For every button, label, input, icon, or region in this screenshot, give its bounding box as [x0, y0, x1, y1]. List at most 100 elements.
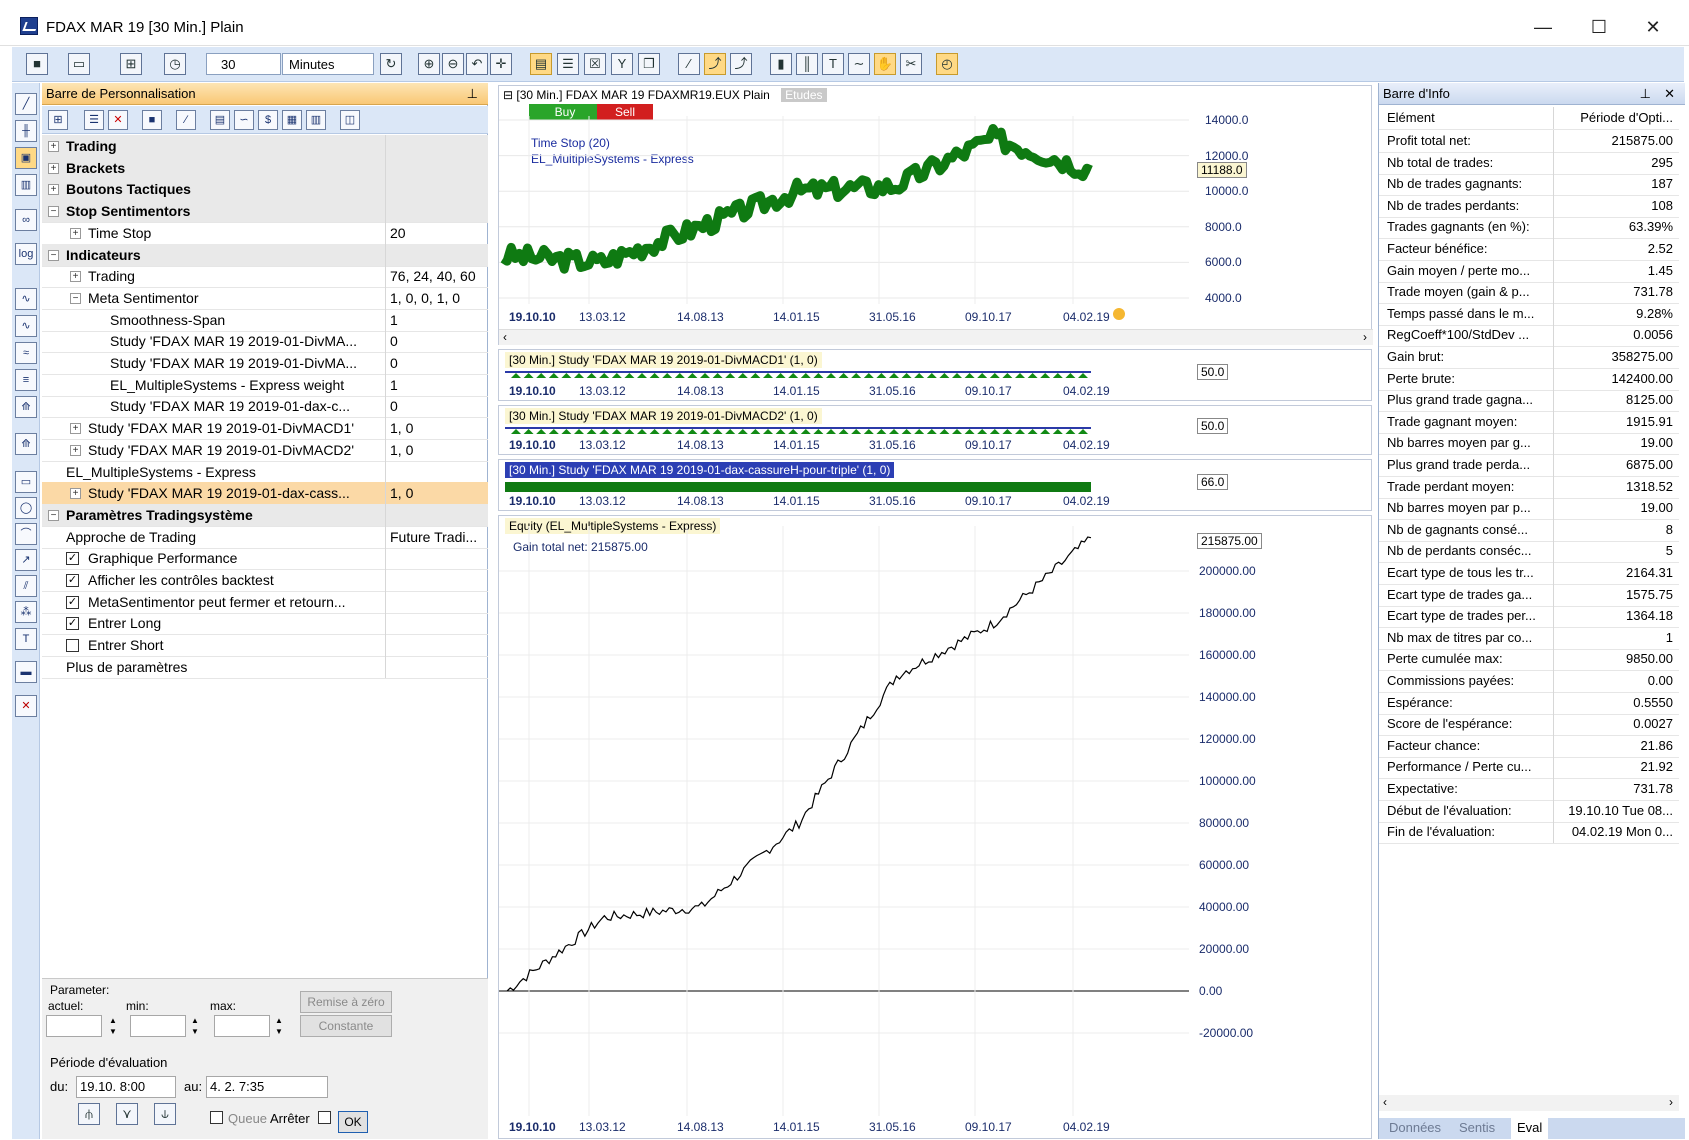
- equity-pane[interactable]: Equity (EL_MultipleSystems - Express) Ga…: [498, 515, 1372, 1139]
- pin-icon[interactable]: ⊥: [1640, 83, 1651, 104]
- pin-icon[interactable]: ⊥: [467, 83, 478, 104]
- expand-icon[interactable]: +: [48, 184, 59, 196]
- ellipse-tool-icon[interactable]: ◯: [15, 497, 37, 519]
- max-spinner[interactable]: ▲ ▼: [272, 1015, 284, 1037]
- print-icon[interactable]: ▤: [210, 110, 230, 130]
- tree-row[interactable]: + Study 'FDAX MAR 19 2019-01-DivMACD1' 1, …: [42, 417, 488, 441]
- undo-icon[interactable]: ↶: [466, 53, 488, 75]
- collapse-icon[interactable]: −: [48, 249, 59, 261]
- add-icon[interactable]: ⊞: [48, 110, 68, 130]
- tree-row-value[interactable]: 76, 24, 40, 60: [385, 265, 488, 288]
- binoculars-icon[interactable]: ∞: [15, 209, 37, 231]
- tree-row[interactable]: ✓ Entrer Long: [42, 612, 488, 636]
- candle-tool-icon[interactable]: ▥: [15, 174, 37, 196]
- timer-icon[interactable]: ◴: [936, 53, 958, 75]
- list-icon[interactable]: ☰: [84, 110, 104, 130]
- option-checkbox[interactable]: ✓: [66, 574, 79, 587]
- tree-row[interactable]: Entrer Short: [42, 634, 488, 658]
- text-tool-icon[interactable]: T: [15, 628, 37, 650]
- arrow-tool-icon[interactable]: ↗: [15, 549, 37, 571]
- list-icon[interactable]: ☰: [557, 53, 579, 75]
- expand-icon[interactable]: +: [48, 141, 59, 152]
- interval-unit-select[interactable]: Minutes: [282, 53, 374, 75]
- zoom-in-icon[interactable]: ⊕: [418, 53, 440, 75]
- draw-icon[interactable]: ∼: [848, 53, 870, 75]
- tree-row-value[interactable]: 1, 0: [385, 417, 488, 440]
- tree-row-value[interactable]: 20: [385, 221, 488, 244]
- tree-row[interactable]: Plus de paramètres: [42, 655, 488, 679]
- indicator6-icon[interactable]: ⟰: [15, 433, 37, 455]
- tree-row[interactable]: + Study 'FDAX MAR 19 2019-01-DivMACD2' 1, …: [42, 438, 488, 462]
- collapse-icon[interactable]: −: [70, 292, 81, 304]
- indicator2-icon[interactable]: ∿: [15, 315, 37, 337]
- tree-row-value[interactable]: [385, 569, 488, 591]
- minimize-button[interactable]: —: [1520, 12, 1566, 42]
- constant-button[interactable]: Constante: [300, 1015, 392, 1037]
- tree-row-value[interactable]: [385, 590, 488, 613]
- tree-row-value[interactable]: [385, 612, 488, 635]
- reset-button[interactable]: Remise à zéro: [300, 991, 392, 1013]
- ts-icon[interactable]: T: [822, 53, 844, 75]
- tree-row[interactable]: Approche de Trading Future Tradi...: [42, 525, 488, 549]
- refresh-icon[interactable]: ↻: [380, 53, 402, 75]
- grid-icon[interactable]: ▦: [282, 110, 302, 130]
- indicator5-icon[interactable]: ⟰: [15, 396, 37, 418]
- tree-row-value[interactable]: [385, 178, 488, 201]
- tree-row-value[interactable]: [385, 156, 488, 179]
- price-pane[interactable]: ⊟ [30 Min.] FDAX MAR 19 FDAXMR19.EUX Pla…: [498, 85, 1373, 345]
- max-input[interactable]: [214, 1015, 270, 1037]
- dax-cassure-pane[interactable]: [30 Min.] Study 'FDAX MAR 19 2019-01-dax…: [498, 459, 1372, 511]
- chart-icon[interactable]: ∕: [176, 110, 196, 130]
- tree-row[interactable]: − Stop Sentimentors: [42, 200, 488, 224]
- columns-icon[interactable]: ▥: [306, 110, 326, 130]
- order-icon[interactable]: ▤: [530, 53, 552, 75]
- tree-row-value[interactable]: 1: [385, 308, 488, 331]
- horizontal-scrollbar[interactable]: ‹ ›: [499, 329, 1373, 345]
- to-date-input[interactable]: 4. 2. 7:35: [206, 1076, 328, 1098]
- info-scrollbar[interactable]: ‹ ›: [1379, 1095, 1679, 1111]
- filter-icon[interactable]: Y: [611, 53, 633, 75]
- from-date-input[interactable]: 19.10. 8:00: [76, 1076, 176, 1098]
- tree-row-value[interactable]: [385, 503, 488, 526]
- tree-row-value[interactable]: 0: [385, 330, 488, 353]
- indicator4-icon[interactable]: ≡: [15, 369, 37, 391]
- chart-type-icon[interactable]: ⊞: [120, 53, 142, 75]
- expand-icon[interactable]: +: [48, 162, 59, 174]
- tree-row[interactable]: EL_MultipleSystems - Express weight 1: [42, 373, 488, 397]
- queue-checkbox[interactable]: [210, 1111, 223, 1124]
- tree-row[interactable]: − Paramètres Tradingsystème: [42, 503, 488, 527]
- close-chart-icon[interactable]: ☒: [584, 53, 606, 75]
- bull-icon[interactable]: ⫛: [78, 1103, 100, 1125]
- expand-icon[interactable]: +: [70, 271, 81, 283]
- tree-row[interactable]: + Trading 76, 24, 40, 60: [42, 265, 488, 289]
- tree-row-value[interactable]: 1, 0, 0, 1, 0: [385, 286, 488, 309]
- info-tab[interactable]: Eval: [1511, 1118, 1549, 1139]
- actual-spinner[interactable]: ▲ ▼: [106, 1015, 118, 1037]
- collapse-icon[interactable]: −: [48, 206, 59, 218]
- tree-row-value[interactable]: [385, 655, 488, 678]
- tree-row[interactable]: − Meta Sentimentor 1, 0, 0, 1, 0: [42, 286, 488, 310]
- option-checkbox[interactable]: ✓: [66, 552, 79, 566]
- bar-tool-icon[interactable]: ╫: [15, 120, 37, 142]
- open-folder-icon[interactable]: ▭: [68, 53, 90, 75]
- tree-row[interactable]: + Boutons Tactiques: [42, 178, 488, 202]
- ruler-tool-icon[interactable]: ▬: [15, 661, 37, 683]
- tree-row[interactable]: Study 'FDAX MAR 19 2019-01-DivMA... 0: [42, 330, 488, 354]
- tree-row-value[interactable]: [385, 547, 488, 570]
- option-checkbox[interactable]: ✓: [66, 617, 79, 631]
- collapse-icon[interactable]: −: [48, 509, 59, 521]
- maximize-button[interactable]: ☐: [1576, 12, 1622, 42]
- macd1-pane[interactable]: [30 Min.] Study 'FDAX MAR 19 2019-01-Div…: [498, 349, 1372, 401]
- ok-button[interactable]: OK: [338, 1111, 368, 1133]
- zoom-out-icon[interactable]: ⊖: [442, 53, 464, 75]
- arc-tool-icon[interactable]: ⌒: [15, 523, 37, 545]
- tree-row[interactable]: Smoothness-Span 1: [42, 308, 488, 332]
- delete-icon[interactable]: ✕: [108, 110, 128, 130]
- info-tab[interactable]: Sentis: [1453, 1118, 1501, 1139]
- actual-input[interactable]: [46, 1015, 102, 1037]
- clock-icon[interactable]: ◷: [164, 53, 186, 75]
- save-icon[interactable]: ■: [142, 110, 162, 130]
- tree-row-value[interactable]: [385, 243, 488, 266]
- tree-row-value[interactable]: [385, 200, 488, 223]
- tree-row-value[interactable]: 0: [385, 352, 488, 374]
